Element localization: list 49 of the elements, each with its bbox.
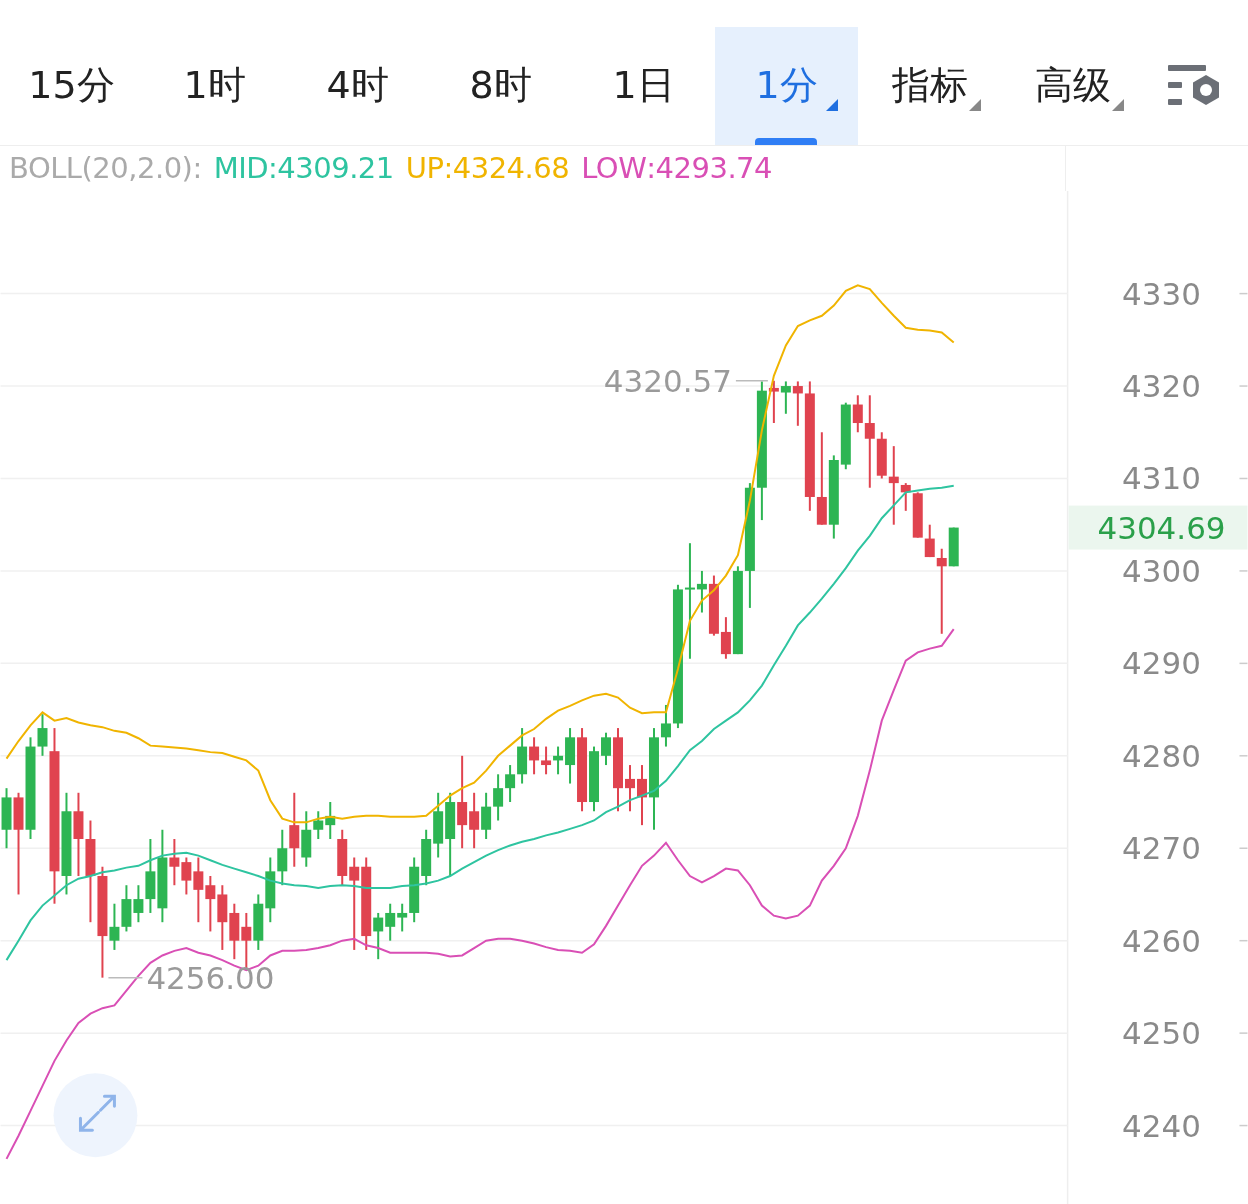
indicator-value: :4324.68	[443, 151, 570, 186]
axis-label: 4330	[1122, 275, 1201, 312]
timeframe-tab[interactable]: 15分	[0, 27, 143, 145]
axis-label: 4280	[1122, 737, 1201, 774]
indicator-value: :4309.21	[268, 151, 394, 186]
axis-label: 4260	[1122, 922, 1201, 959]
axis-label: 4240	[1122, 1107, 1201, 1144]
price-annotation: 4320.57	[603, 362, 732, 399]
series-name: MID	[213, 151, 269, 186]
series-name: LOW	[581, 151, 647, 186]
candlestick	[780, 380, 791, 415]
candlestick	[253, 893, 264, 951]
timeframe-tab[interactable]: 高级	[1001, 27, 1144, 145]
candlestick	[601, 731, 611, 766]
axis-label: 4300	[1122, 552, 1201, 589]
candlestick	[277, 828, 288, 887]
timeframe-tab[interactable]: 4时	[286, 27, 429, 145]
candlestick	[433, 791, 444, 859]
candlestick	[589, 745, 599, 813]
candlestick	[121, 884, 132, 933]
selected-indicator	[755, 137, 817, 145]
candlestick	[421, 828, 432, 887]
candlestick	[625, 763, 635, 813]
candlestick	[265, 856, 276, 924]
axis-label: 4270	[1122, 830, 1201, 867]
timeframe-tab[interactable]: 1日	[572, 27, 715, 145]
indicator-title: BOLL(20,2.0):	[9, 151, 202, 186]
axis-label: 4320	[1122, 367, 1201, 404]
indicator-value: :4293.74	[646, 151, 773, 186]
timeframe-tab[interactable]: 指标	[858, 27, 1001, 145]
candlestick	[493, 773, 504, 822]
leader-line	[735, 379, 769, 382]
candlestick	[217, 884, 228, 951]
timeframe-tab[interactable]: 1时	[143, 27, 286, 145]
last-price-tag: 4304.69	[1068, 505, 1248, 550]
candlestick	[229, 902, 240, 961]
candlestick	[385, 902, 396, 942]
series-name: UP	[405, 151, 444, 186]
price-annotation: 4256.00	[146, 959, 275, 996]
axis-label: 4310	[1122, 460, 1201, 497]
axis-label: 4250	[1122, 1015, 1201, 1051]
timeframe-tab[interactable]: 1分	[715, 27, 858, 145]
candlestick	[637, 763, 647, 826]
candlestick	[541, 745, 552, 776]
timeframe-tab[interactable]: 8时	[429, 27, 572, 145]
candlestick	[205, 874, 216, 933]
leader-line	[107, 976, 144, 979]
axis-label: 4290	[1122, 645, 1201, 682]
candlestick	[481, 791, 492, 840]
